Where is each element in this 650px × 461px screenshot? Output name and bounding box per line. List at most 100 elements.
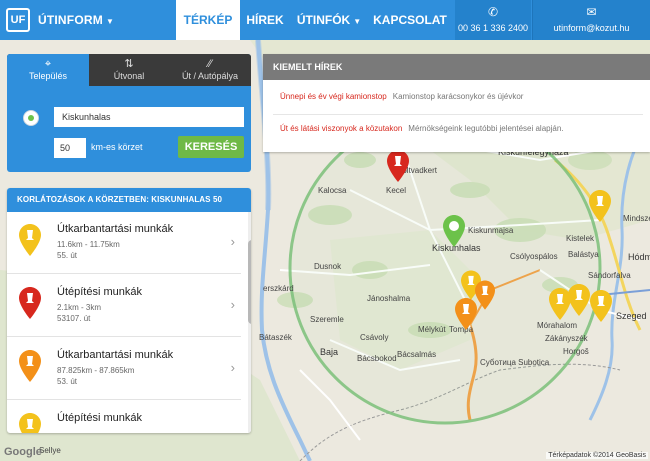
map-pin-icon: ⌖ — [44, 58, 52, 70]
radius-label: km-es körzet — [91, 142, 143, 152]
nav-utinfok[interactable]: ÚTINFÓK ▼ — [290, 0, 368, 40]
place-label: Hódm — [628, 252, 650, 262]
search-center-marker[interactable] — [443, 215, 465, 247]
search-tabs: ⌖ Település ⇅ Útvonal ⁄⁄ Út / Autópálya — [7, 54, 251, 86]
chevron-down-icon: ▼ — [353, 17, 362, 26]
brand-menu[interactable]: ÚTINFORM ▼ — [38, 13, 114, 27]
roadwork-marker-yellow[interactable] — [568, 284, 590, 316]
tab-utvonal[interactable]: ⇅ Útvonal — [89, 54, 169, 86]
result-title: Útépítési munkák — [57, 286, 142, 298]
roadwork-marker-red[interactable] — [387, 150, 409, 182]
tab-telepules[interactable]: ⌖ Település — [7, 54, 89, 86]
news-panel: KIEMELT HÍREK Ünnepi és év végi kamionst… — [263, 54, 650, 152]
result-title: Útkarbantartási munkák — [57, 349, 174, 361]
result-distance: 11.6km - 11.75km — [57, 240, 120, 249]
tab-ut-autopalya[interactable]: ⁄⁄ Út / Autópálya — [169, 54, 251, 86]
news-item[interactable]: Út és látási viszonyok a közutakon Mérnök… — [280, 124, 564, 133]
email-contact[interactable]: ✉ utinform@kozut.hu — [532, 0, 650, 40]
roadwork-pin-icon — [19, 287, 41, 319]
email-address: utinform@kozut.hu — [553, 23, 630, 33]
list-item[interactable]: Útépítési munkák 2.1km - 3km 53107. út › — [7, 275, 241, 337]
news-divider — [273, 114, 643, 115]
result-road: 55. út — [57, 251, 78, 260]
place-label: Sándorfalva — [588, 271, 631, 280]
news-item[interactable]: Ünnepi és év végi kamionstop Kamionstop k… — [280, 92, 523, 101]
place-label: Kiskunmajsa — [468, 226, 514, 235]
route-icon: ⇅ — [124, 58, 134, 70]
tab-label: Út / Autópálya — [181, 71, 239, 81]
place-label: Balástya — [568, 250, 599, 259]
roadwork-marker-orange[interactable] — [455, 298, 477, 330]
results-header: KORLÁTOZÁSOK A KÖRZETBEN: KISKUNHALAS 50 — [7, 188, 251, 212]
place-label: Jánoshalma — [367, 294, 411, 303]
chevron-right-icon: › — [230, 297, 235, 312]
place-label: Baja — [320, 347, 339, 357]
top-navigation: UF ÚTINFORM ▼ TÉRKÉP HÍREK ÚTINFÓK ▼ KAPCS… — [0, 0, 650, 40]
list-item[interactable]: Útkarbantartási munkák 11.6km - 11.75km … — [7, 212, 241, 274]
nav-utinfok-label: ÚTINFÓK — [296, 13, 351, 27]
place-label: Mórahalom — [537, 321, 578, 330]
search-panel: ⌖ Település ⇅ Útvonal ⁄⁄ Út / Autópálya … — [7, 54, 251, 172]
place-label: Bácsbokod — [357, 354, 397, 363]
phone-number: 00 36 1 336 2400 — [457, 23, 529, 33]
tab-label: Település — [28, 71, 68, 81]
scrollbar-thumb[interactable] — [248, 240, 251, 324]
news-header: KIEMELT HÍREK — [263, 54, 650, 80]
search-button[interactable]: KERESÉS — [178, 136, 244, 158]
chevron-right-icon: › — [230, 360, 235, 375]
place-label: Kistelek — [566, 234, 595, 243]
nav-hirek[interactable]: HÍREK — [240, 0, 290, 40]
result-distance: 87.825km - 87.865km — [57, 366, 135, 375]
roadwork-marker-yellow[interactable] — [589, 190, 611, 222]
result-road: 53107. út — [57, 314, 91, 323]
news-description: Kamionstop karácsonykor és újévkor — [392, 92, 524, 101]
place-label: Dusnok — [314, 262, 342, 271]
place-label: Csólyospálos — [510, 252, 558, 261]
place-label: Mélykút — [418, 325, 446, 334]
result-road: 53. út — [57, 377, 78, 386]
chevron-down-icon: ▼ — [105, 17, 115, 26]
result-title: Útkarbantartási munkák — [57, 223, 174, 235]
roadwork-pin-icon — [19, 350, 41, 382]
place-label: Sellye — [39, 446, 61, 455]
place-label: Mindszent — [623, 214, 650, 223]
roadwork-marker-yellow[interactable] — [590, 290, 612, 322]
news-title[interactable]: Út és látási viszonyok a közutakon — [280, 124, 402, 133]
place-label: Суботица Subotica — [480, 358, 550, 367]
brand-label: ÚTINFORM — [38, 13, 103, 27]
result-title: Útépítési munkák — [57, 412, 142, 424]
place-label: Bátaszék — [259, 333, 292, 342]
map-copyright[interactable]: Térképadatok ©2014 GeoBasis — [546, 452, 648, 459]
place-label: Kalocsa — [318, 186, 347, 195]
tab-label: Útvonal — [113, 71, 145, 81]
roadwork-marker-orange[interactable] — [475, 280, 495, 310]
road-icon: ⁄⁄ — [208, 58, 212, 70]
list-item[interactable]: Útkarbantartási munkák 87.825km - 87.865… — [7, 338, 241, 400]
envelope-icon: ✉ — [586, 5, 597, 19]
roadwork-pin-icon — [19, 413, 41, 433]
nav-kapcsolat[interactable]: KAPCSOLAT — [368, 0, 452, 40]
nav-terkep[interactable]: TÉRKÉP — [176, 0, 240, 40]
news-description: Mérnökségeink legutóbbi jelentései alapj… — [408, 124, 564, 133]
results-scrollbar[interactable] — [248, 212, 251, 433]
place-label: Csávoly — [360, 333, 389, 342]
phone-contact[interactable]: ✆ 00 36 1 336 2400 — [455, 0, 531, 40]
place-label: Bácsalmás — [397, 350, 437, 359]
news-title[interactable]: Ünnepi és év végi kamionstop — [280, 92, 387, 101]
google-logo: Google — [4, 446, 42, 458]
chevron-right-icon: › — [230, 234, 235, 249]
place-label: Kecel — [386, 186, 407, 195]
place-label: Horgoš — [563, 347, 589, 356]
place-label: Szeged — [616, 311, 647, 321]
place-label: erszkárd — [263, 284, 294, 293]
utinform-logo[interactable]: UF — [6, 8, 30, 32]
result-distance: 2.1km - 3km — [57, 303, 102, 312]
location-radio[interactable] — [23, 110, 39, 126]
location-input[interactable] — [54, 107, 244, 127]
place-label: Zákányszék — [545, 334, 588, 343]
phone-icon: ✆ — [487, 5, 499, 19]
list-item[interactable]: Útépítési munkák — [7, 401, 241, 433]
radius-input[interactable] — [54, 138, 86, 158]
roadwork-pin-icon — [19, 224, 41, 256]
results-panel: KORLÁTOZÁSOK A KÖRZETBEN: KISKUNHALAS 50… — [7, 188, 251, 433]
